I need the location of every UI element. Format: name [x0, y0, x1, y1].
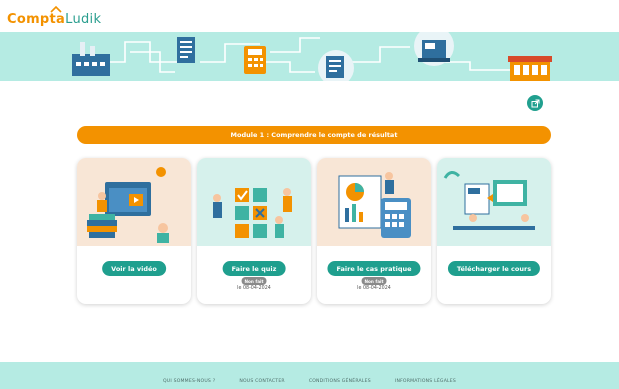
module-title: Module 1 : Comprendre le compte de résul… [230, 131, 398, 139]
store-icon [508, 56, 552, 81]
card-case-study: Faire le cas pratique Non fait le 08-04-… [317, 158, 431, 304]
download-course-button[interactable]: Télécharger le cours [447, 261, 541, 276]
logo-ludik: Ludik [65, 12, 102, 27]
watch-video-button[interactable]: Voir la vidéo [102, 261, 166, 276]
footer: QUI SOMMES-NOUS ? NOUS CONTACTER CONDITI… [0, 362, 619, 389]
header-banner [0, 32, 619, 81]
card-video: Voir la vidéo [77, 158, 191, 304]
download-illustration [437, 158, 551, 246]
logo-compta: Compta [7, 12, 66, 27]
case-study-date: le 08-04-2024 [357, 286, 391, 291]
status-badge: Non fait [241, 277, 267, 285]
footer-link-legal[interactable]: INFORMATIONS LÉGALES [395, 379, 456, 384]
external-link-icon [531, 99, 539, 107]
clipboard-icon [318, 50, 354, 81]
footer-link-about[interactable]: QUI SOMMES-NOUS ? [163, 379, 215, 384]
cash-register-icon [414, 32, 454, 66]
card-quiz: Faire le quiz Non fait le 08-04-2024 [197, 158, 311, 304]
quiz-date: le 08-04-2024 [237, 286, 271, 291]
calculator-icon [244, 46, 266, 74]
external-link-button[interactable] [527, 95, 543, 111]
do-case-study-button[interactable]: Faire le cas pratique [327, 261, 421, 276]
video-illustration [77, 158, 191, 246]
module-title-bar: Module 1 : Comprendre le compte de résul… [77, 126, 551, 144]
document-icon [177, 37, 195, 63]
case-study-illustration [317, 158, 431, 246]
banner-illustration [72, 32, 552, 81]
status-badge: Non fait [361, 277, 387, 285]
take-quiz-button[interactable]: Faire le quiz [222, 261, 286, 276]
card-download: Télécharger le cours [437, 158, 551, 304]
quiz-illustration [197, 158, 311, 246]
factory-icon [72, 42, 110, 76]
footer-link-contact[interactable]: NOUS CONTACTER [239, 379, 284, 384]
logo[interactable]: ComptaLudik [7, 5, 102, 27]
logo-roof-icon [50, 5, 62, 13]
footer-link-terms[interactable]: CONDITIONS GÉNÉRALES [309, 379, 371, 384]
